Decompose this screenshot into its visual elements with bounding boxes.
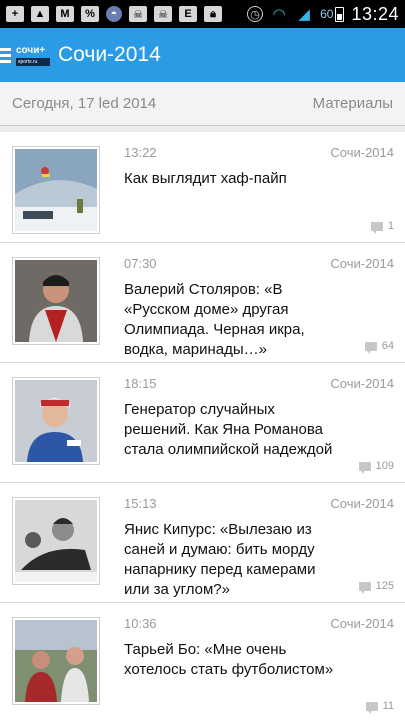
battery-icon (335, 6, 345, 22)
materials-tab[interactable]: Материалы (313, 95, 393, 112)
list-item[interactable]: 18:15 Сочи-2014 Генератор случайных реше… (0, 362, 405, 482)
app-bar: сочи+ sports.ru Сочи-2014 (0, 28, 405, 82)
comment-count: 125 (358, 580, 394, 594)
article-title: Тарьей Бо: «Мне очень хотелось стать фут… (124, 641, 334, 678)
logo-subtext: sports.ru (16, 57, 50, 66)
gmail-icon: M (56, 6, 74, 22)
article-time: 18:15 (124, 376, 157, 391)
article-time: 10:36 (124, 616, 157, 631)
status-bar: + ▲ M % ◓ ☠ ☠ E 🔒︎ ◷ ◠ ◢ 60 13:24 (0, 0, 405, 28)
article-source: Сочи-2014 (330, 616, 394, 631)
halfpipe-photo (15, 149, 97, 231)
lock-icon: 🔒︎ (204, 6, 222, 22)
add-icon: + (6, 6, 24, 22)
article-thumbnail (12, 377, 100, 465)
app-title: Сочи-2014 (58, 43, 161, 66)
article-list: 13:22 Сочи-2014 Как выглядит хаф-пайп 1 … (0, 132, 405, 720)
article-thumbnail (12, 257, 100, 345)
comment-icon (358, 581, 371, 594)
article-title: Янис Кипурс: «Вылезаю из саней и думаю: … (124, 521, 316, 598)
comment-count: 11 (365, 700, 394, 714)
comment-icon (364, 341, 377, 354)
comment-count-value: 11 (382, 700, 394, 712)
menu-icon[interactable] (0, 46, 14, 64)
android-icon: ◓ (106, 6, 122, 22)
article-thumbnail (12, 617, 100, 705)
skull-icon: ☠ (129, 6, 147, 22)
list-item[interactable]: 15:13 Сочи-2014 Янис Кипурс: «Вылезаю из… (0, 482, 405, 602)
battery-indicator: 60 (320, 6, 345, 22)
article-time: 13:22 (124, 145, 157, 160)
comment-icon (365, 701, 378, 714)
list-item[interactable]: 10:36 Сочи-2014 Тарьей Бо: «Мне очень хо… (0, 602, 405, 720)
list-item[interactable]: 07:30 Сочи-2014 Валерий Столяров: «В «Ру… (0, 242, 405, 362)
article-source: Сочи-2014 (330, 256, 394, 271)
evernote-icon: E (179, 6, 197, 22)
romanova-photo (15, 380, 97, 462)
article-source: Сочи-2014 (330, 376, 394, 391)
logo-text: сочи+ (16, 44, 46, 56)
comment-count: 64 (364, 340, 394, 354)
discount-icon: % (81, 6, 99, 22)
article-title: Валерий Столяров: «В «Русском доме» друг… (124, 281, 305, 358)
wifi-icon: ◠ (273, 6, 285, 23)
comment-count-value: 1 (387, 220, 394, 232)
article-time: 07:30 (124, 256, 157, 271)
status-clock: 13:24 (351, 3, 399, 24)
comment-count: 109 (358, 460, 394, 474)
boe-photo (15, 620, 97, 702)
comment-count-value: 109 (375, 460, 394, 472)
comment-count-value: 64 (381, 340, 394, 352)
article-thumbnail (12, 497, 100, 585)
alarm-icon: ◷ (247, 6, 264, 22)
article-source: Сочи-2014 (330, 145, 394, 160)
article-time: 15:13 (124, 496, 157, 511)
comment-count: 1 (370, 220, 394, 234)
battery-percent: 60 (320, 7, 334, 21)
comment-count-value: 125 (375, 580, 394, 592)
comment-icon (370, 221, 383, 234)
list-item[interactable]: 13:22 Сочи-2014 Как выглядит хаф-пайп 1 (0, 132, 405, 242)
stolyarov-photo (15, 260, 97, 342)
notification-icons: + ▲ M % ◓ ☠ ☠ E 🔒︎ (6, 6, 222, 22)
section-header: Сегодня, 17 led 2014 Материалы (0, 82, 405, 126)
article-source: Сочи-2014 (330, 496, 394, 511)
image-icon: ▲ (31, 6, 49, 22)
article-thumbnail (12, 146, 100, 234)
signal-icon: ◢ (298, 6, 310, 23)
skull-icon: ☠ (154, 6, 172, 22)
comment-icon (358, 461, 371, 474)
system-icons: ◷ ◠ ◢ 60 13:24 (247, 4, 399, 25)
kipurs-photo (15, 500, 97, 582)
article-title: Как выглядит хаф-пайп (124, 170, 287, 187)
article-title: Генератор случайных решений. Как Яна Ром… (124, 401, 333, 458)
date-label: Сегодня, 17 led 2014 (12, 95, 157, 112)
app-logo[interactable]: сочи+ sports.ru (16, 38, 52, 72)
